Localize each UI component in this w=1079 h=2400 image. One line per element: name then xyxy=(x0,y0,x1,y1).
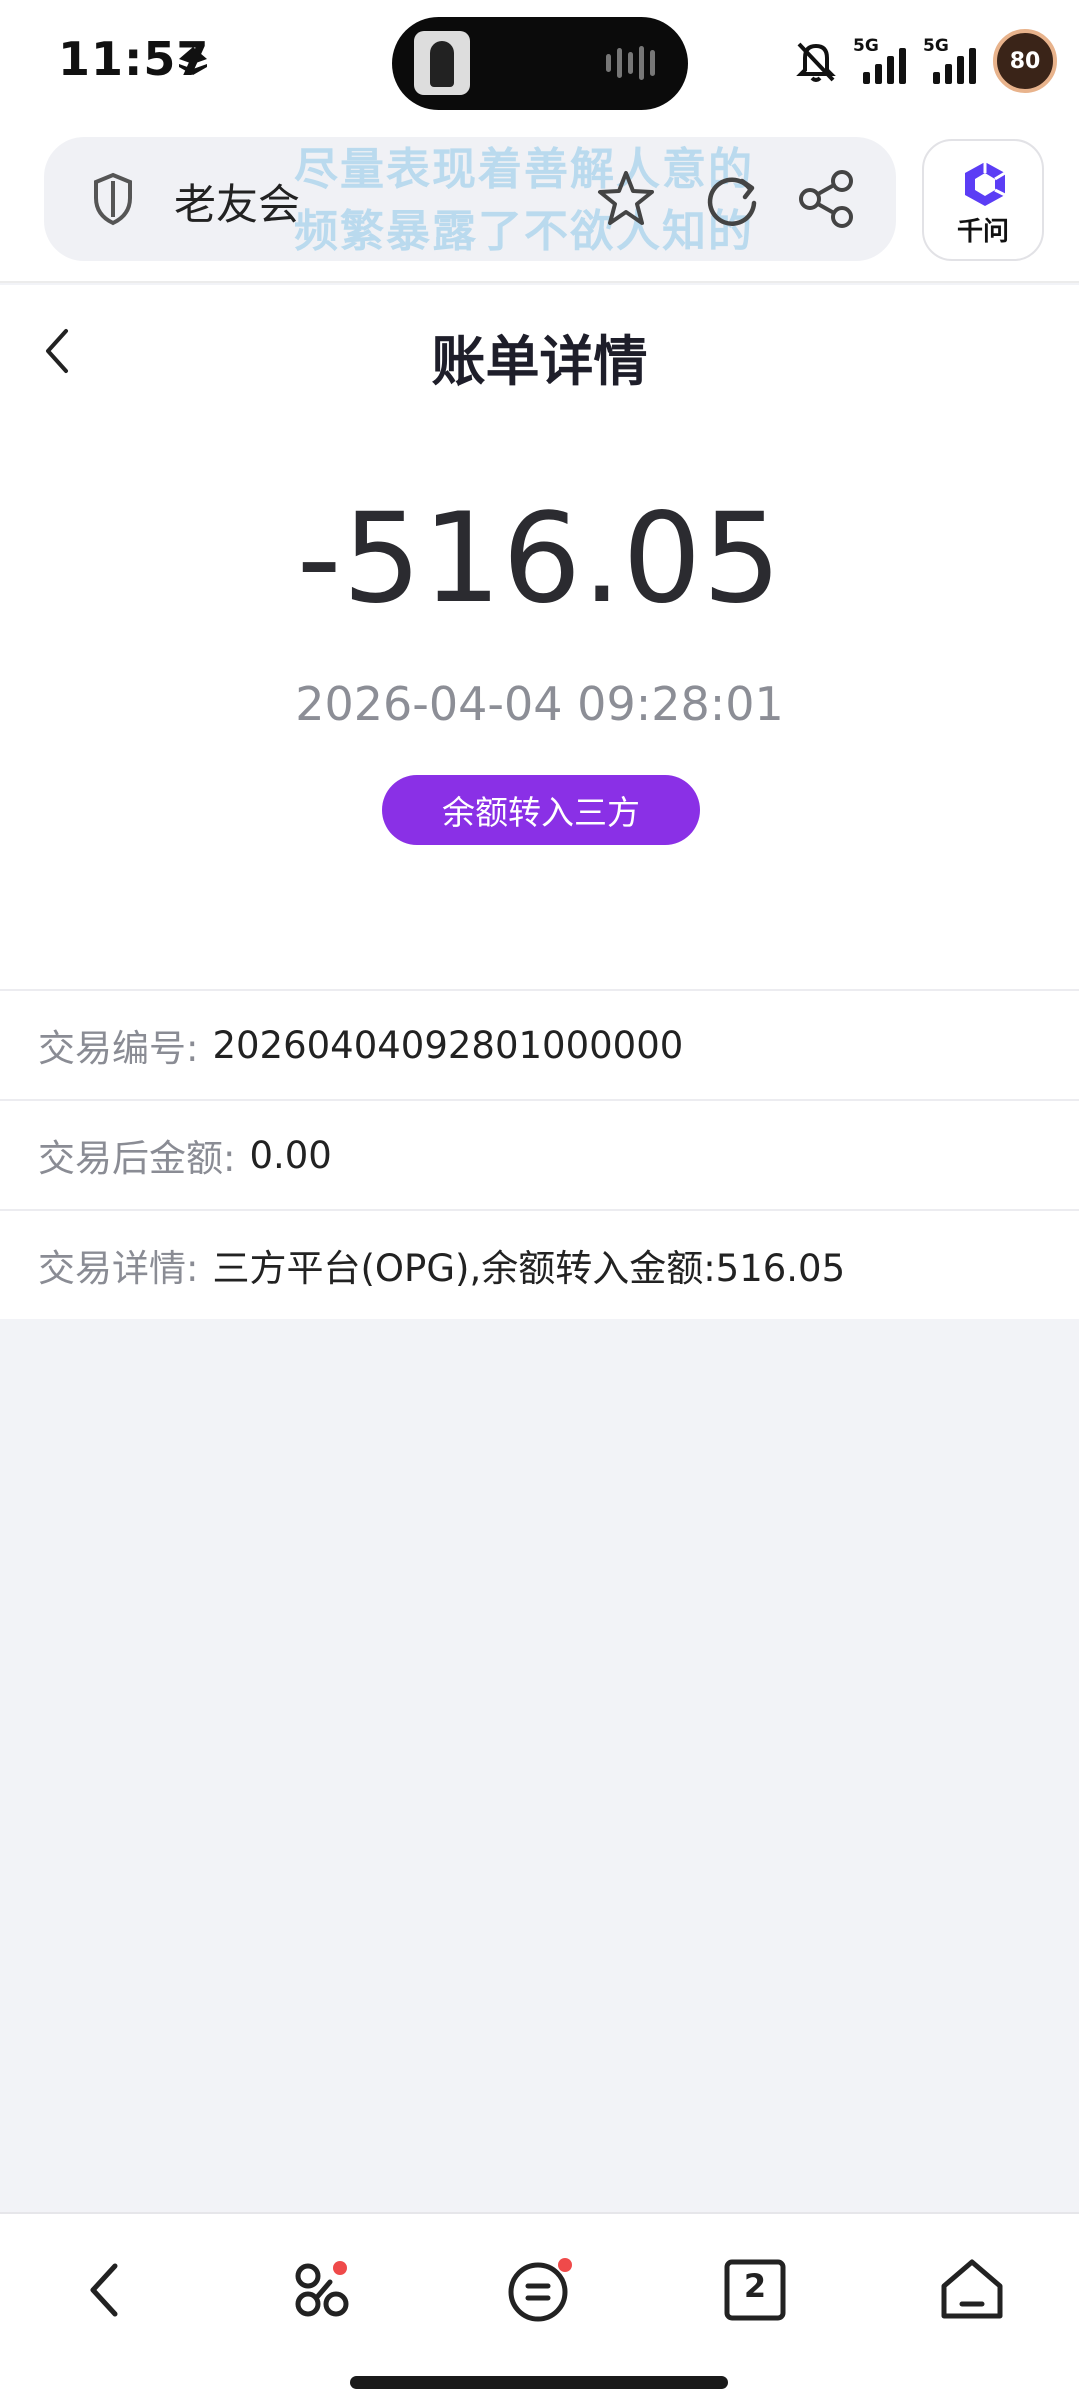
watermark-overlay: 尽量表现着善解人意的 频繁暴露了不欲人知的 xyxy=(294,139,754,263)
tabs-count: 2 xyxy=(743,2267,767,2305)
menu-icon[interactable] xyxy=(502,2252,578,2328)
bottom-navigation: 2 xyxy=(0,2212,1079,2400)
reload-icon[interactable] xyxy=(700,167,764,231)
share-icon[interactable] xyxy=(796,167,858,231)
detail-row-transaction-id: 交易编号: 20260404092801000000 xyxy=(0,991,1079,1099)
page-title: 账单详情 xyxy=(431,330,648,393)
status-bar: 11:57 5G 5G 80 xyxy=(0,0,1079,125)
site-name: 老友会 xyxy=(174,180,301,229)
assistant-button[interactable]: 千问 xyxy=(922,139,1044,261)
assistant-label: 千问 xyxy=(956,217,1009,247)
qianwen-logo-icon xyxy=(965,162,1006,206)
signal-icon: 5G xyxy=(923,36,981,86)
detail-row-transaction-details: 交易详情: 三方平台(OPG),余额转入金额:516.05 xyxy=(0,1211,1079,1319)
star-icon[interactable] xyxy=(594,167,658,231)
home-icon[interactable] xyxy=(934,2252,1010,2328)
mute-icon xyxy=(796,42,836,82)
bill-datetime: 2026-04-04 09:28:01 xyxy=(295,677,784,731)
detail-value: 三方平台(OPG),余额转入金额:516.05 xyxy=(212,1247,846,1290)
dynamic-island[interactable] xyxy=(392,17,688,110)
signal-icon: 5G xyxy=(853,36,911,86)
detail-value: 0.00 xyxy=(249,1133,332,1177)
location-arrow-icon xyxy=(179,47,207,75)
bill-summary: -516.05 2026-04-04 09:28:01 余额转入三方 xyxy=(0,415,1079,989)
watermark-line: 尽量表现着善解人意的 xyxy=(294,144,754,195)
detail-row-balance-after: 交易后金额: 0.00 xyxy=(0,1101,1079,1209)
browser-toolbar: 老友会 尽量表现着善解人意的 频繁暴露了不欲人知的 千问 xyxy=(0,125,1079,283)
bill-amount: -516.05 xyxy=(296,487,783,631)
detail-key: 交易详情: xyxy=(38,1247,199,1290)
audio-wave-icon xyxy=(606,45,660,81)
status-indicators: 5G 5G 80 xyxy=(791,29,1057,93)
address-bar[interactable]: 老友会 尽量表现着善解人意的 频繁暴露了不欲人知的 xyxy=(44,137,896,261)
detail-value: 20260404092801000000 xyxy=(212,1023,684,1067)
watermark-line: 频繁暴露了不欲人知的 xyxy=(294,206,754,257)
bill-type-badge: 余额转入三方 xyxy=(382,775,700,845)
battery-level: 80 xyxy=(1009,48,1041,74)
shield-icon[interactable] xyxy=(90,171,136,227)
tabs-button[interactable]: 2 xyxy=(717,2252,793,2328)
detail-key: 交易后金额: xyxy=(38,1137,236,1180)
apps-icon[interactable] xyxy=(286,2252,362,2328)
detail-key: 交易编号: xyxy=(38,1027,199,1070)
home-indicator[interactable] xyxy=(350,2376,728,2389)
media-thumbnail xyxy=(414,31,470,95)
battery-icon: 80 xyxy=(993,29,1057,93)
back-nav-icon[interactable] xyxy=(69,2252,145,2328)
page-header: 账单详情 xyxy=(0,285,1079,415)
